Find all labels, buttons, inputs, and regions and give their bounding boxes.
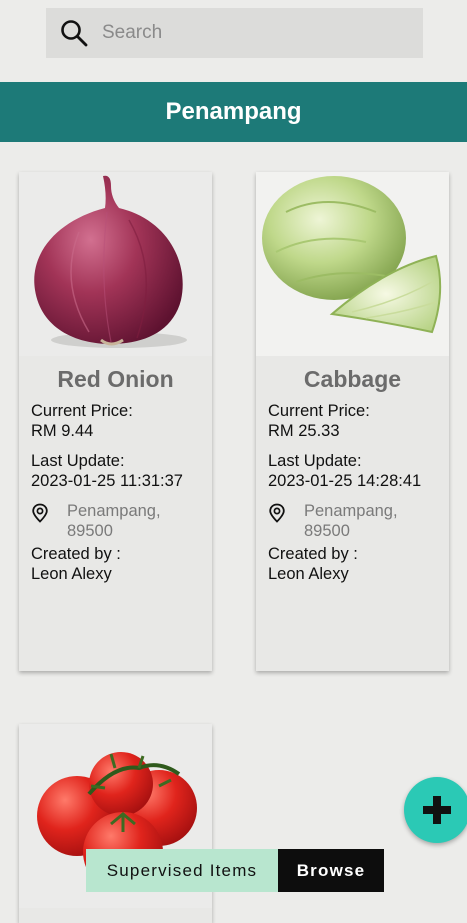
search-icon — [61, 20, 88, 47]
created-by: Leon Alexy — [268, 565, 349, 583]
created-label: Created by : — [31, 545, 121, 563]
add-item-button[interactable] — [404, 777, 467, 843]
search-input[interactable] — [102, 22, 402, 44]
update-label: Last Update: — [31, 452, 125, 470]
tab-supervised-items[interactable]: Supervised Items — [86, 849, 278, 892]
update-value: 2023-01-25 14:28:41 — [268, 472, 422, 490]
tab-browse[interactable]: Browse — [278, 849, 384, 892]
item-card-red-onion[interactable]: Red Onion Current Price: RM 9.44 Last Up… — [19, 172, 212, 671]
update-label: Last Update: — [268, 452, 362, 470]
location-pin-icon — [32, 503, 48, 523]
location-line1: Penampang, — [304, 502, 398, 520]
price-label: Current Price: — [31, 402, 133, 420]
location-line2: 89500 — [304, 522, 350, 540]
created-by: Leon Alexy — [31, 565, 112, 583]
update-value: 2023-01-25 11:31:37 — [31, 472, 183, 490]
item-card-cabbage[interactable]: Cabbage Current Price: RM 25.33 Last Upd… — [256, 172, 449, 671]
red-onion-image — [19, 172, 212, 356]
bottom-tab-bar: Supervised Items Browse — [86, 849, 384, 892]
cabbage-image — [256, 172, 449, 356]
item-name: Cabbage — [303, 366, 402, 392]
price-value: RM 25.33 — [268, 422, 340, 440]
plus-icon — [423, 796, 451, 824]
price-label: Current Price: — [268, 402, 370, 420]
item-name: Red Onion — [57, 366, 174, 392]
location-pin-icon — [269, 503, 285, 523]
location-line2: 89500 — [67, 522, 113, 540]
price-value: RM 9.44 — [31, 422, 94, 440]
created-label: Created by : — [268, 545, 358, 563]
search-bar[interactable] — [46, 8, 423, 58]
location-line1: Penampang, — [67, 502, 161, 520]
item-card-tomato[interactable] — [19, 724, 212, 923]
page-title: Penampang — [165, 98, 302, 125]
location-header: Penampang — [0, 82, 467, 142]
